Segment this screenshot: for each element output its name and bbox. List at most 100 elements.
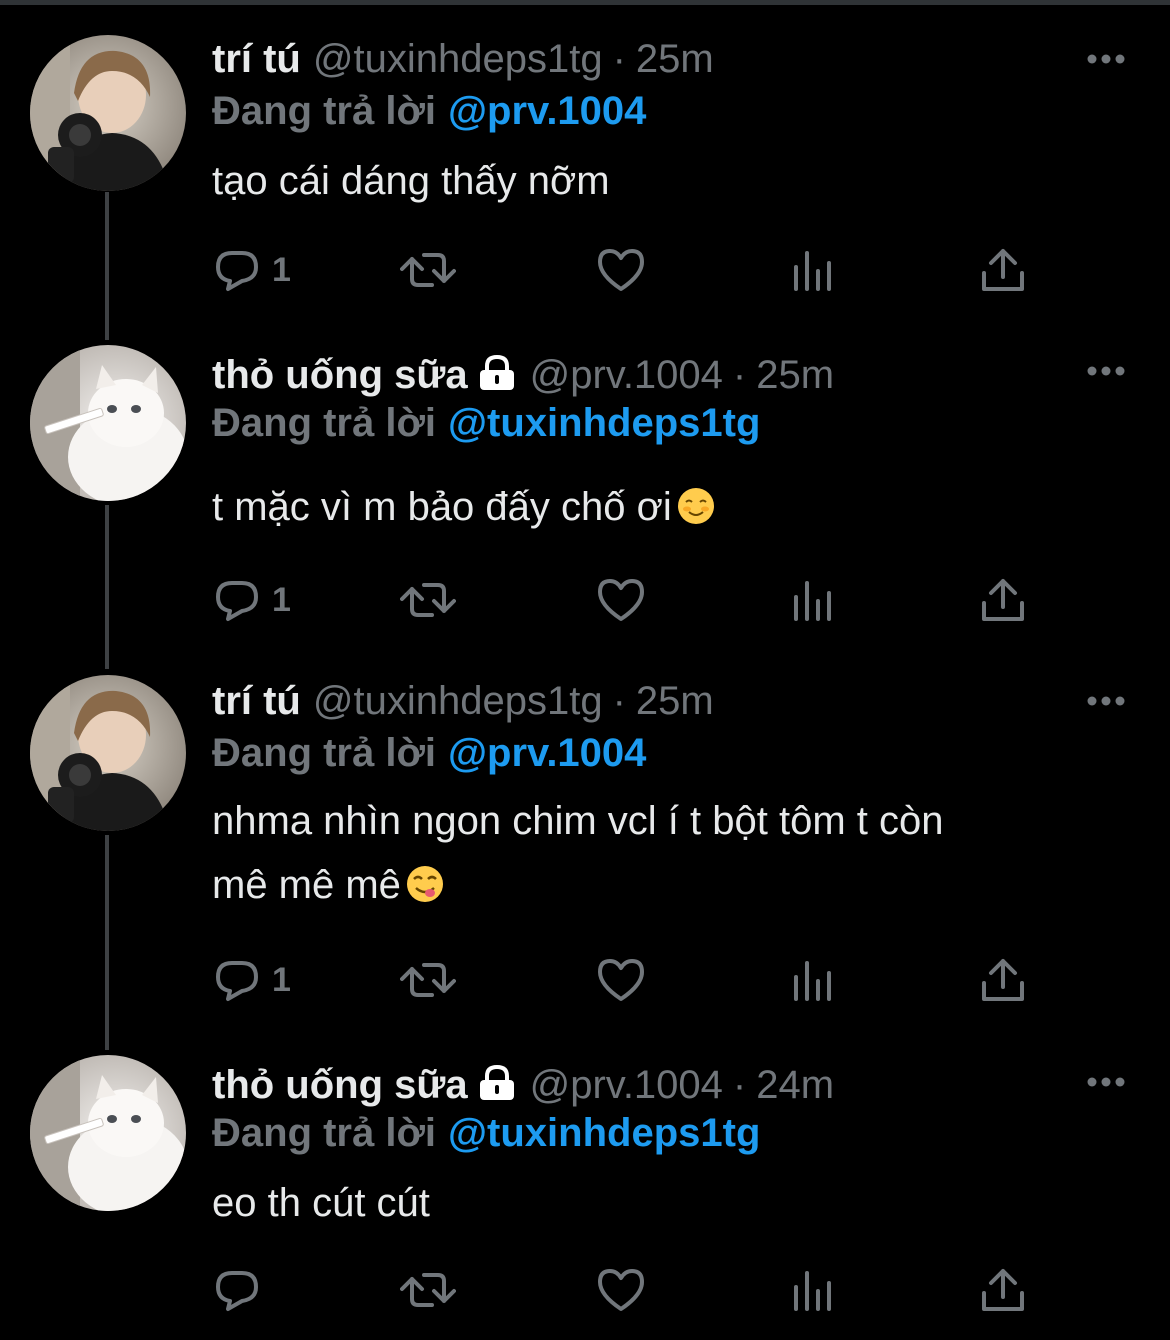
- tweet-text: t mặc vì m bảo đấy chố ơi: [212, 475, 1112, 539]
- separator: ·: [732, 353, 747, 397]
- like-button[interactable]: [596, 575, 646, 625]
- like-icon: [598, 1269, 644, 1311]
- display-name[interactable]: trí tú: [212, 37, 301, 81]
- reply-mention-link[interactable]: @prv.1004: [448, 89, 646, 133]
- action-bar: [212, 1265, 1112, 1315]
- display-name[interactable]: trí tú: [212, 679, 301, 723]
- tweet-text-content: t mặc vì m bảo đấy chố ơi: [212, 485, 672, 529]
- reply-button[interactable]: 1: [212, 575, 291, 625]
- tweet[interactable]: trí tú @tuxinhdeps1tg · 25m Đang trả lời @pr…: [0, 35, 1170, 325]
- separator: ·: [612, 679, 626, 723]
- replying-to: Đang trả lời @prv.1004: [212, 731, 646, 775]
- share-button[interactable]: [980, 575, 1026, 625]
- replying-to: Đang trả lời @tuxinhdeps1tg: [212, 401, 760, 445]
- relaxed-smile-emoji: [677, 488, 714, 524]
- retweet-button[interactable]: [400, 245, 456, 295]
- more-icon[interactable]: [1086, 365, 1126, 377]
- share-icon: [982, 1269, 1024, 1311]
- reply-count: 1: [272, 250, 291, 289]
- tweet-header: thỏ uống sữa @prv.1004 · 25m: [212, 353, 834, 397]
- share-icon: [982, 959, 1024, 1001]
- avatar[interactable]: [30, 675, 186, 831]
- replying-to: Đang trả lời @tuxinhdeps1tg: [212, 1111, 760, 1155]
- views-icon: [794, 961, 831, 1001]
- top-divider: [0, 0, 1170, 5]
- reply-mention-link[interactable]: @prv.1004: [448, 731, 646, 775]
- like-icon: [598, 249, 644, 291]
- share-button[interactable]: [980, 1265, 1026, 1315]
- tweet-text-line: mê mê mê: [212, 853, 1112, 917]
- reply-button[interactable]: [212, 1265, 272, 1315]
- lock-icon: [479, 355, 514, 390]
- replying-to: Đang trả lời @prv.1004: [212, 89, 646, 133]
- yum-face-emoji: [406, 866, 443, 902]
- tweet[interactable]: thỏ uống sữa @prv.1004 · 25m Đang trả lời @t…: [0, 345, 1170, 655]
- share-icon: [982, 579, 1024, 621]
- like-button[interactable]: [596, 1265, 646, 1315]
- retweet-icon: [400, 583, 456, 617]
- user-handle[interactable]: @tuxinhdeps1tg: [313, 37, 603, 81]
- views-icon: [794, 1271, 831, 1311]
- reply-count: 1: [272, 960, 291, 999]
- timestamp[interactable]: 25m: [756, 353, 834, 397]
- avatar[interactable]: [30, 345, 186, 501]
- action-bar: 1: [212, 575, 1112, 625]
- timestamp[interactable]: 25m: [636, 679, 714, 723]
- replying-to-label: Đang trả lời: [212, 89, 437, 133]
- action-bar: 1: [212, 955, 1112, 1005]
- display-name[interactable]: thỏ uống sữa: [212, 353, 468, 397]
- like-button[interactable]: [596, 955, 646, 1005]
- reply-icon: [216, 581, 258, 621]
- avatar[interactable]: [30, 35, 186, 191]
- tweet-text: tạo cái dáng thấy nỡm: [212, 149, 1112, 213]
- retweet-icon: [400, 1273, 456, 1307]
- more-icon[interactable]: [1086, 1076, 1126, 1088]
- views-icon: [794, 251, 831, 291]
- user-handle[interactable]: @prv.1004: [530, 353, 723, 397]
- timestamp[interactable]: 25m: [636, 37, 714, 81]
- tweet-text-content: eo th cút cút: [212, 1181, 430, 1225]
- display-name[interactable]: thỏ uống sữa: [212, 1063, 468, 1107]
- reply-icon: [216, 251, 258, 291]
- tweet-header: trí tú @tuxinhdeps1tg · 25m: [212, 679, 714, 723]
- tweet[interactable]: thỏ uống sữa @prv.1004 · 24m Đang trả lời @t…: [0, 1055, 1170, 1340]
- tweet-text: eo th cút cút: [212, 1171, 1112, 1235]
- reply-button[interactable]: 1: [212, 955, 291, 1005]
- more-icon[interactable]: [1086, 53, 1126, 65]
- views-button[interactable]: [790, 955, 834, 1005]
- retweet-button[interactable]: [400, 955, 456, 1005]
- tweet-header: trí tú @tuxinhdeps1tg · 25m: [212, 37, 714, 81]
- share-button[interactable]: [980, 245, 1026, 295]
- replying-to-label: Đang trả lời: [212, 731, 437, 775]
- retweet-icon: [400, 963, 456, 997]
- reply-mention-link[interactable]: @tuxinhdeps1tg: [448, 401, 760, 445]
- retweet-icon: [400, 253, 456, 287]
- timestamp[interactable]: 24m: [756, 1063, 834, 1107]
- share-button[interactable]: [980, 955, 1026, 1005]
- like-icon: [598, 959, 644, 1001]
- tweet-header: thỏ uống sữa @prv.1004 · 24m: [212, 1063, 834, 1107]
- tweet-text-content: mê mê mê: [212, 863, 401, 907]
- like-icon: [598, 579, 644, 621]
- views-button[interactable]: [790, 245, 834, 295]
- views-button[interactable]: [790, 1265, 834, 1315]
- action-bar: 1: [212, 245, 1112, 295]
- replying-to-label: Đang trả lời: [212, 401, 437, 445]
- reply-mention-link[interactable]: @tuxinhdeps1tg: [448, 1111, 760, 1155]
- lock-icon: [479, 1065, 514, 1100]
- user-handle[interactable]: @prv.1004: [530, 1063, 723, 1107]
- retweet-button[interactable]: [400, 1265, 456, 1315]
- views-button[interactable]: [790, 575, 834, 625]
- avatar[interactable]: [30, 1055, 186, 1211]
- user-handle[interactable]: @tuxinhdeps1tg: [313, 679, 603, 723]
- separator: ·: [732, 1063, 747, 1107]
- reply-icon: [216, 961, 258, 1001]
- more-icon[interactable]: [1086, 695, 1126, 707]
- replying-to-label: Đang trả lời: [212, 1111, 437, 1155]
- reply-count: 1: [272, 580, 291, 619]
- reply-button[interactable]: 1: [212, 245, 291, 295]
- share-icon: [982, 249, 1024, 291]
- tweet[interactable]: trí tú @tuxinhdeps1tg · 25m Đang trả lời @pr…: [0, 675, 1170, 1035]
- retweet-button[interactable]: [400, 575, 456, 625]
- like-button[interactable]: [596, 245, 646, 295]
